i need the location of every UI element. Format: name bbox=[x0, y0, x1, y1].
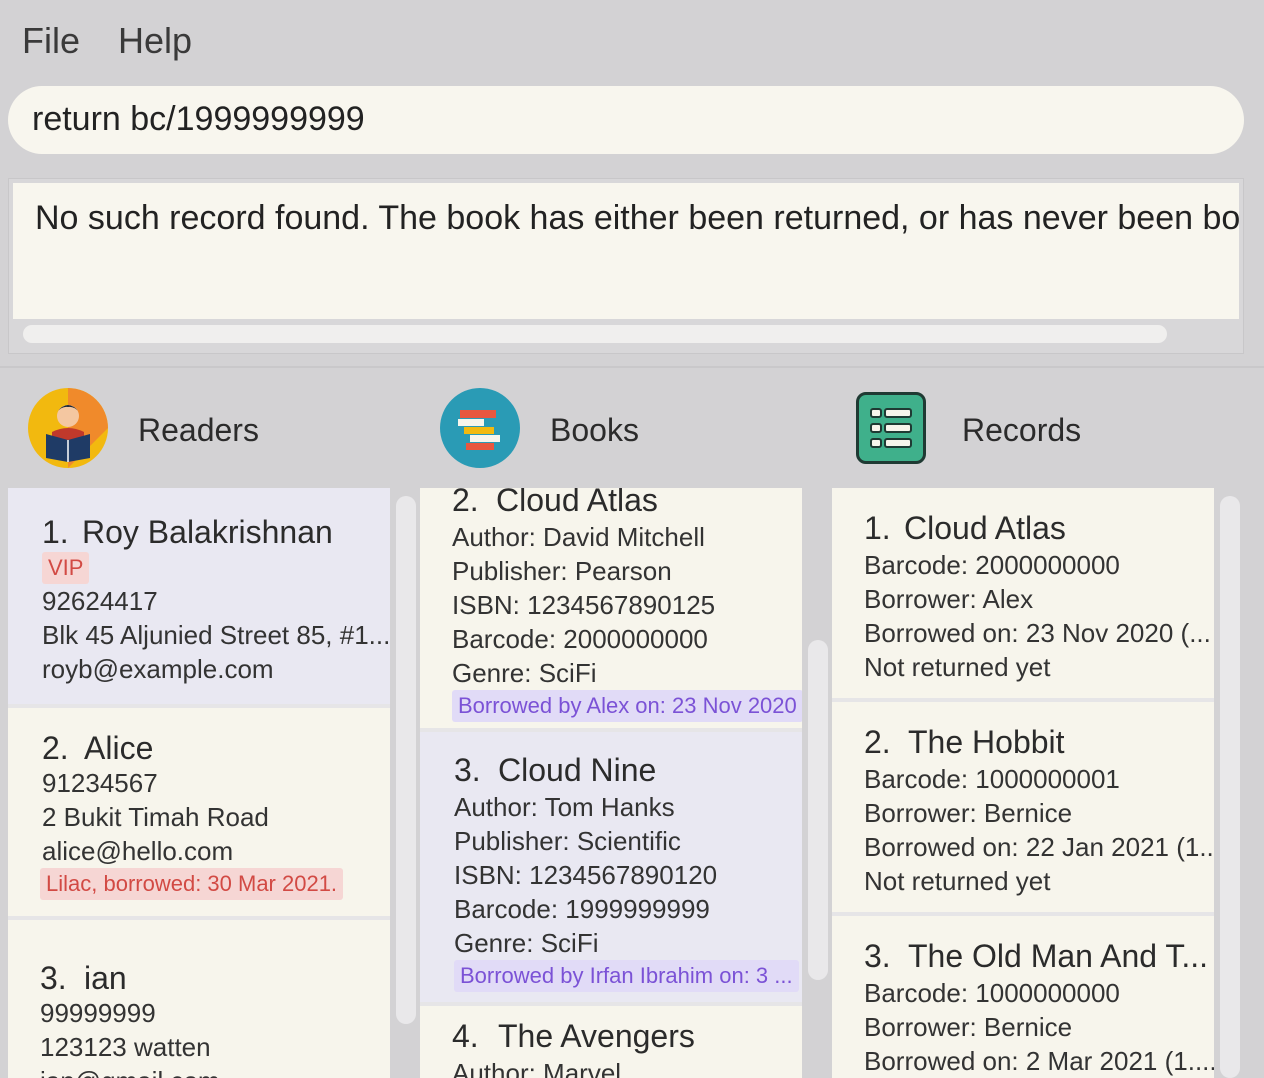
book-name: Cloud Nine bbox=[498, 752, 657, 788]
reader-address: Blk 45 Aljunied Street 85, #1... bbox=[42, 620, 390, 650]
reader-index: 3. bbox=[40, 960, 67, 996]
record-return-status: Not returned yet bbox=[864, 866, 1051, 896]
record-borrowed-date: Borrowed on: 2 Mar 2021 (1.... bbox=[864, 1046, 1214, 1076]
records-title: Records bbox=[962, 412, 1082, 448]
books-title: Books bbox=[550, 412, 639, 448]
menu-file[interactable]: File bbox=[22, 20, 80, 62]
books-icon bbox=[440, 388, 520, 468]
book-author: Author: Marvel bbox=[452, 1058, 622, 1078]
menu-help[interactable]: Help bbox=[118, 20, 192, 62]
book-genre: Genre: SciFi bbox=[454, 928, 599, 958]
book-name: The Avengers bbox=[498, 1018, 695, 1054]
reader-icon bbox=[28, 388, 108, 468]
reader-index: 1. bbox=[42, 514, 69, 550]
book-index: 2. bbox=[452, 488, 479, 518]
record-card[interactable]: 1. Cloud Atlas Barcode: 2000000000 Borro… bbox=[832, 488, 1214, 702]
book-barcode: Barcode: 1999999999 bbox=[454, 894, 710, 924]
result-horizontal-scrollbar[interactable] bbox=[23, 325, 1167, 343]
result-text-area[interactable]: No such record found. The book has eithe… bbox=[13, 183, 1239, 319]
reader-phone: 91234567 bbox=[42, 768, 158, 798]
record-barcode: Barcode: 1000000001 bbox=[864, 764, 1120, 794]
reader-phone: 99999999 bbox=[40, 998, 156, 1028]
reader-email: ian@gmail.com bbox=[40, 1066, 220, 1078]
book-publisher: Publisher: Scientific bbox=[454, 826, 681, 856]
readers-list[interactable]: 1. Roy Balakrishnan VIP 92624417 Blk 45 … bbox=[8, 488, 390, 1078]
book-barcode: Barcode: 2000000000 bbox=[452, 624, 708, 654]
book-status-tag: Borrowed by Irfan Ibrahim on: 3 ... bbox=[454, 960, 799, 992]
record-name: The Hobbit bbox=[908, 724, 1065, 760]
book-card[interactable]: 2. Cloud Atlas Author: David Mitchell Pu… bbox=[420, 488, 802, 732]
record-return-status: Not returned yet bbox=[864, 652, 1051, 682]
reader-email: alice@hello.com bbox=[42, 836, 234, 866]
book-publisher: Publisher: Pearson bbox=[452, 556, 672, 586]
record-name: The Old Man And T... bbox=[908, 938, 1209, 974]
record-barcode: Barcode: 2000000000 bbox=[864, 550, 1120, 580]
books-list[interactable]: 2. Cloud Atlas Author: David Mitchell Pu… bbox=[420, 488, 802, 1078]
reader-borrow-tag: Lilac, borrowed: 30 Mar 2021. bbox=[40, 868, 344, 900]
reader-name: ian bbox=[84, 960, 127, 996]
book-status-tag: Borrowed by Alex on: 23 Nov 2020 bbox=[452, 690, 802, 722]
reader-index: 2. bbox=[42, 730, 69, 766]
book-author: Author: David Mitchell bbox=[452, 522, 705, 552]
command-input[interactable]: return bc/1999999999 bbox=[8, 86, 1244, 154]
record-borrowed-date: Borrowed on: 23 Nov 2020 (... bbox=[864, 618, 1211, 648]
menu-bar: File Help bbox=[0, 8, 1264, 74]
readers-title: Readers bbox=[138, 412, 259, 448]
record-borrowed-date: Borrowed on: 22 Jan 2021 (1... bbox=[864, 832, 1214, 862]
record-card[interactable]: 3. The Old Man And T... Barcode: 1000000… bbox=[832, 916, 1214, 1078]
divider bbox=[0, 366, 1264, 368]
book-name: Cloud Atlas bbox=[496, 488, 658, 518]
reader-address: 123123 watten bbox=[40, 1032, 211, 1062]
reader-card[interactable]: 2. Alice 91234567 2 Bukit Timah Road ali… bbox=[8, 708, 390, 920]
book-card[interactable]: 4. The Avengers Author: Marvel bbox=[420, 1006, 802, 1078]
record-index: 1. bbox=[864, 510, 891, 546]
book-genre: Genre: SciFi bbox=[452, 658, 597, 688]
records-list[interactable]: 1. Cloud Atlas Barcode: 2000000000 Borro… bbox=[832, 488, 1214, 1078]
record-borrower: Borrower: Alex bbox=[864, 584, 1034, 614]
books-scrollbar[interactable] bbox=[808, 640, 828, 980]
record-barcode: Barcode: 1000000000 bbox=[864, 978, 1120, 1008]
command-input-value: return bc/1999999999 bbox=[32, 100, 365, 138]
reader-phone: 92624417 bbox=[42, 586, 158, 616]
record-index: 3. bbox=[864, 938, 891, 974]
record-index: 2. bbox=[864, 724, 891, 760]
reader-email: royb@example.com bbox=[42, 654, 274, 684]
book-isbn: ISBN: 1234567890120 bbox=[454, 860, 718, 890]
reader-tag: VIP bbox=[42, 552, 90, 584]
book-isbn: ISBN: 1234567890125 bbox=[452, 590, 716, 620]
reader-card[interactable]: 3. ian 99999999 123123 watten ian@gmail.… bbox=[8, 920, 390, 1078]
book-author: Author: Tom Hanks bbox=[454, 792, 675, 822]
record-borrower: Borrower: Bernice bbox=[864, 1012, 1073, 1042]
list-icon bbox=[856, 392, 926, 464]
record-name: Cloud Atlas bbox=[904, 510, 1066, 546]
reader-name: Roy Balakrishnan bbox=[82, 514, 333, 550]
result-display: No such record found. The book has eithe… bbox=[8, 178, 1244, 354]
reader-card[interactable]: 1. Roy Balakrishnan VIP 92624417 Blk 45 … bbox=[8, 488, 390, 708]
readers-scrollbar[interactable] bbox=[396, 496, 416, 1024]
book-index: 4. bbox=[452, 1018, 479, 1054]
records-scrollbar[interactable] bbox=[1220, 496, 1240, 1078]
result-message: No such record found. The book has eithe… bbox=[35, 199, 1239, 237]
record-borrower: Borrower: Bernice bbox=[864, 798, 1073, 828]
book-card[interactable]: 3. Cloud Nine Author: Tom Hanks Publishe… bbox=[420, 732, 802, 1006]
record-card[interactable]: 2. The Hobbit Barcode: 1000000001 Borrow… bbox=[832, 702, 1214, 916]
book-index: 3. bbox=[454, 752, 481, 788]
reader-name: Alice bbox=[84, 730, 154, 766]
reader-address: 2 Bukit Timah Road bbox=[42, 802, 269, 832]
